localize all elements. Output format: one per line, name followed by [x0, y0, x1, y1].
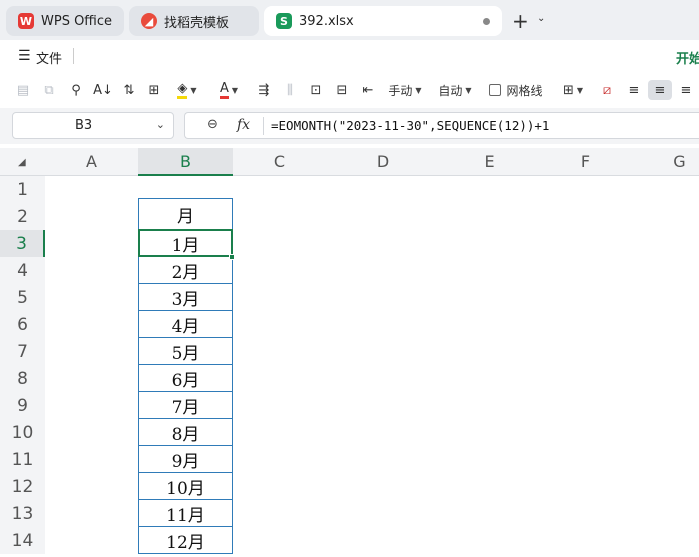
function-fx-icon[interactable]: fx — [237, 117, 250, 133]
font-color-button[interactable]: A ▼ — [214, 80, 244, 100]
spreadsheet-logo-icon: S — [276, 13, 292, 29]
gridlines-label: 网格线 — [506, 83, 543, 98]
column-header-b[interactable]: B — [138, 148, 233, 176]
row-header-1[interactable]: 1 — [0, 176, 45, 203]
row-header-2[interactable]: 2 — [0, 203, 45, 230]
new-tab-plus-icon[interactable]: + — [512, 9, 529, 33]
name-box[interactable]: B3 ⌄ — [12, 112, 174, 139]
merge-cells-icon[interactable]: ⫼ — [280, 80, 300, 100]
formula-input[interactable]: =EOMONTH("2023-11-30",SEQUENCE(12))+1 — [271, 118, 549, 133]
column-header-g[interactable]: G — [632, 148, 699, 176]
tab-wps-office[interactable]: W WPS Office — [6, 6, 124, 36]
tab-docer-templates[interactable]: ◢ 找稻壳模板 — [129, 6, 259, 36]
chevron-down-icon: ▼ — [576, 85, 584, 95]
cell-style-icon: ⊞ — [562, 82, 574, 98]
cell-b12[interactable]: 10月 — [138, 473, 233, 500]
freeze-panes-icon[interactable]: ⇤ — [358, 80, 378, 100]
hamburger-menu-icon[interactable]: ☰ — [18, 48, 31, 64]
auto-label: 自动 — [438, 83, 463, 98]
cell-b10[interactable]: 8月 — [138, 419, 233, 446]
chevron-down-icon[interactable]: ⌄ — [537, 13, 545, 24]
row-header-8[interactable]: 8 — [0, 365, 45, 392]
row-header-5[interactable]: 5 — [0, 284, 45, 311]
align-right-icon[interactable]: ≡ — [676, 80, 696, 100]
align-center-icon[interactable]: ≡ — [648, 80, 672, 100]
cell-reference: B3 — [75, 118, 93, 133]
cell-b14[interactable]: 12月 — [138, 527, 233, 554]
row-header-14[interactable]: 14 — [0, 527, 45, 554]
menu-file[interactable]: 文件 — [36, 48, 62, 67]
tab-label: 392.xlsx — [299, 13, 354, 29]
cell-b11[interactable]: 9月 — [138, 446, 233, 473]
cell-b2-header[interactable]: 月 — [138, 198, 233, 230]
docer-logo-icon: ◢ — [141, 13, 157, 29]
gridlines-toggle[interactable]: 网格线 — [487, 80, 545, 100]
cell-b13[interactable]: 11月 — [138, 500, 233, 527]
auto-calc-dropdown[interactable]: 自动 ▼ — [435, 80, 475, 100]
column-header-e[interactable]: E — [440, 148, 539, 176]
row-header-12[interactable]: 12 — [0, 473, 45, 500]
manual-label: 手动 — [388, 83, 413, 98]
format-painter-icon[interactable]: ▤ — [13, 80, 33, 100]
formula-bar: B3 ⌄ ⊖ fx =EOMONTH("2023-11-30",SEQUENCE… — [0, 108, 699, 144]
align-left-icon[interactable]: ≡ — [624, 80, 644, 100]
cell-b3-active[interactable]: 1月 — [138, 229, 233, 257]
row-header-3[interactable]: 3 — [0, 230, 45, 257]
unsaved-dot-icon[interactable] — [483, 18, 490, 25]
tab-strip: W WPS Office ◢ 找稻壳模板 S 392.xlsx + ⌄ — [0, 0, 699, 40]
menu-divider — [73, 48, 74, 64]
select-all-corner[interactable]: ◢ — [0, 148, 45, 176]
row-header-7[interactable]: 7 — [0, 338, 45, 365]
tab-392-xlsx[interactable]: S 392.xlsx — [264, 6, 502, 36]
cell-style-button[interactable]: ⊞ ▼ — [558, 80, 588, 100]
column-header-a[interactable]: A — [45, 148, 138, 176]
chevron-down-icon: ▼ — [465, 85, 472, 95]
fill-handle[interactable] — [229, 254, 235, 260]
borders-icon[interactable]: ⊞ — [145, 80, 163, 100]
row-header-11[interactable]: 11 — [0, 446, 45, 473]
paste-icon[interactable]: ⧉ — [39, 80, 59, 100]
cell-b4[interactable]: 2月 — [138, 257, 233, 284]
row-header-6[interactable]: 6 — [0, 311, 45, 338]
cell-b5[interactable]: 3月 — [138, 284, 233, 311]
row-header-9[interactable]: 9 — [0, 392, 45, 419]
zoom-icon[interactable]: ⊖ — [207, 117, 218, 132]
ribbon-toolbar: ▤ ⧉ ⚲ A↓ ⇅ ⊞ ◈ ▼ A ▼ ⇶ ⫼ ⊡ ⊟ ⇤ 手动 ▼ 自动 ▼ 网格线… — [0, 72, 699, 108]
wrap-text-icon[interactable]: ⇶ — [254, 80, 274, 100]
font-color-icon: A — [219, 81, 229, 99]
sort-ascending-icon[interactable]: A↓ — [92, 80, 114, 100]
cell-b6[interactable]: 4月 — [138, 311, 233, 338]
chevron-down-icon[interactable]: ⌄ — [156, 118, 165, 131]
paint-bucket-icon: ◈ — [177, 81, 188, 99]
filter-icon[interactable]: ⚲ — [66, 80, 86, 100]
formula-divider — [263, 117, 264, 135]
gridlines-checkbox[interactable] — [489, 84, 502, 96]
tab-label: 找稻壳模板 — [164, 15, 230, 31]
rows-columns-icon[interactable]: ⊡ — [306, 80, 326, 100]
table-style-icon[interactable]: ⊟ — [332, 80, 352, 100]
chevron-down-icon: ▼ — [190, 85, 197, 95]
column-header-c[interactable]: C — [233, 148, 326, 176]
fill-color-button[interactable]: ◈ ▼ — [172, 80, 202, 100]
row-header-13[interactable]: 13 — [0, 500, 45, 527]
chevron-down-icon: ▼ — [415, 85, 422, 95]
spreadsheet-grid[interactable]: ◢ A B C D E F G 1 2 3 4 5 6 7 8 9 10 11 … — [0, 148, 699, 557]
row-header-4[interactable]: 4 — [0, 257, 45, 284]
select-all-triangle-icon: ◢ — [18, 157, 26, 168]
menu-bar: ☰ 文件 开始 — [0, 40, 699, 72]
menu-tab-start[interactable]: 开始 — [676, 48, 699, 67]
cell-b8[interactable]: 6月 — [138, 365, 233, 392]
manual-calc-dropdown[interactable]: 手动 ▼ — [385, 80, 425, 100]
sort-descending-icon[interactable]: ⇅ — [119, 80, 139, 100]
clear-format-icon[interactable]: ⧄ — [597, 80, 617, 100]
chevron-down-icon: ▼ — [231, 85, 239, 95]
formula-input-area[interactable]: ⊖ fx =EOMONTH("2023-11-30",SEQUENCE(12))… — [184, 112, 699, 139]
tab-label: WPS Office — [41, 13, 113, 29]
row-header-10[interactable]: 10 — [0, 419, 45, 446]
column-header-f[interactable]: F — [539, 148, 632, 176]
wps-logo-icon: W — [18, 13, 34, 29]
cell-b7[interactable]: 5月 — [138, 338, 233, 365]
column-header-d[interactable]: D — [326, 148, 440, 176]
cell-b9[interactable]: 7月 — [138, 392, 233, 419]
